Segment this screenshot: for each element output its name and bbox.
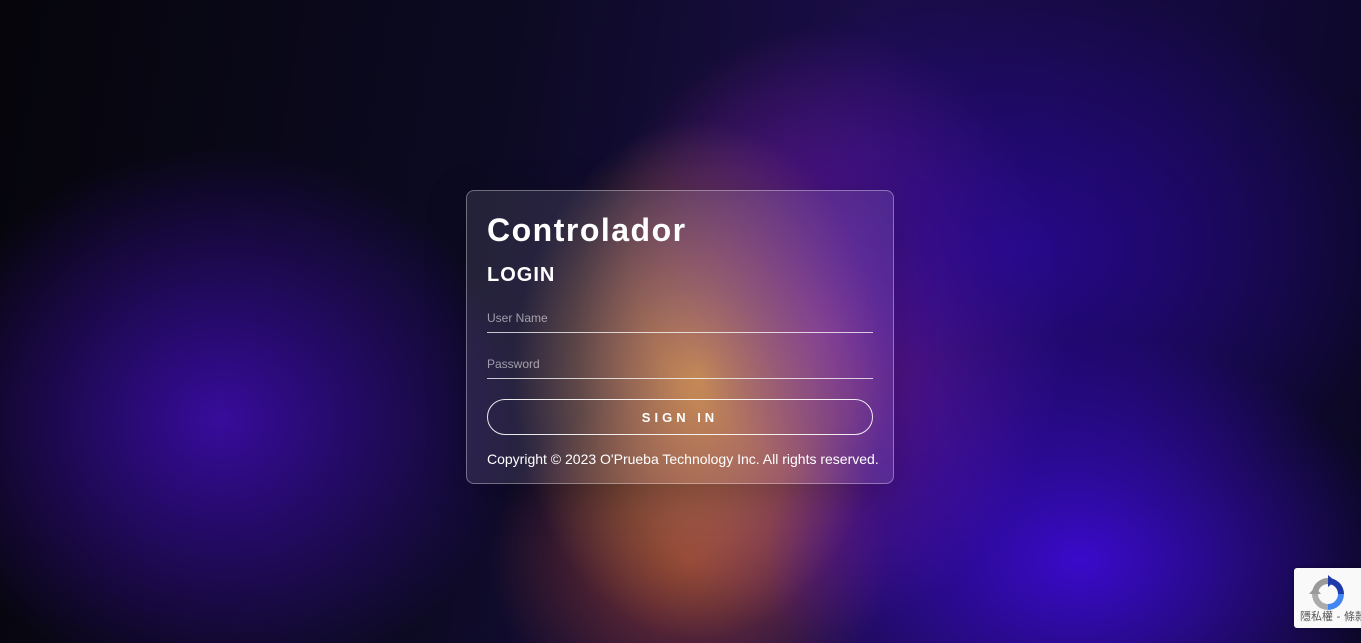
recaptcha-links[interactable]: 隱私權 - 條款	[1300, 610, 1361, 623]
recaptcha-badge[interactable]: 隱私權 - 條款	[1294, 568, 1361, 628]
recaptcha-icon	[1309, 575, 1344, 610]
username-input[interactable]	[487, 305, 873, 331]
brand-title: Controlador	[487, 212, 687, 248]
copyright-text: Copyright © 2023 O'Prueba Technology Inc…	[487, 451, 879, 467]
password-field-wrapper	[487, 351, 873, 379]
login-heading: LOGIN	[487, 264, 556, 286]
password-input[interactable]	[487, 351, 873, 377]
sign-in-button[interactable]: SIGN IN	[487, 399, 873, 435]
login-card: Controlador LOGIN SIGN IN Copyright © 20…	[466, 190, 894, 484]
username-field-wrapper	[487, 305, 873, 333]
